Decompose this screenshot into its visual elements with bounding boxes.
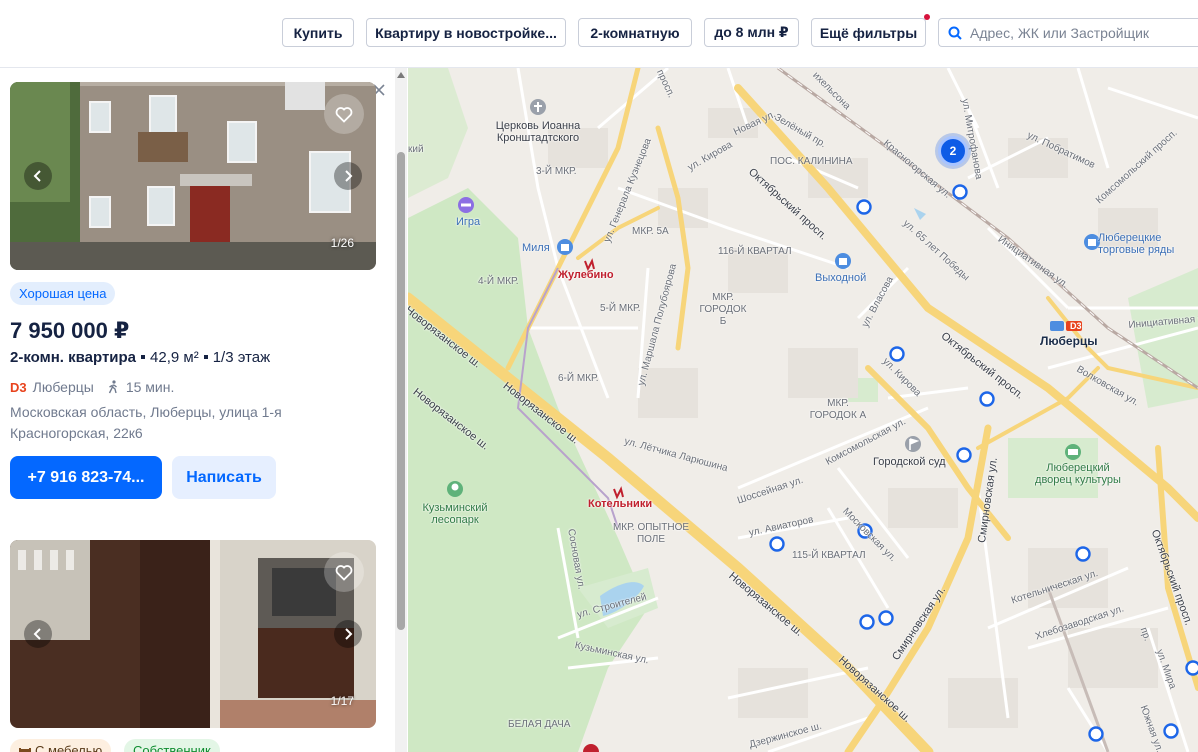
listing-scrollbar[interactable] [395,68,407,752]
call-button[interactable]: +7 916 823-74... [10,456,162,499]
listing-params[interactable]: 2-комн. квартира 42,9 м² 1/3 этаж [10,349,270,366]
map-label-igra: Игра [456,216,481,228]
map-label-belaya: БЕЛАЯ ДАЧА [508,719,571,730]
message-button[interactable]: Написать [172,456,276,499]
walk-time: 15 мин. [125,379,175,395]
listing-panel: 1/26 Хорошая цена 7 950 000 ₽ 2-комн. кв… [0,68,408,752]
map-label-church: Церковь Иоанна Кронштадтского [495,120,581,144]
photo-counter: 1/17 [330,694,354,708]
map-label-gorodokB: МКР. ГОРОДОК Б [699,292,747,327]
floor-label: 1/3 этаж [212,349,271,366]
map-label-zhulebino: Жулебино [558,269,614,281]
furniture-badge-label: С мебелью [35,743,103,752]
listing-price[interactable]: 7 950 000 ₽ [10,318,129,344]
sofa-icon [19,747,31,752]
map-label-mkr3: 3-Й МКР. [536,166,577,177]
metro-info: D3 Люберцы 15 мин. [10,379,174,395]
property-type-filter[interactable]: Квартиру в новостройке... [366,18,566,47]
metro-station: Люберцы [32,379,94,395]
map-cluster-marker[interactable]: 2 [938,136,968,166]
map-label-milya: Миля [522,242,550,254]
scrollbar-thumb[interactable] [397,152,405,630]
listing-photo[interactable]: 1/26 [10,82,376,270]
map-label-kuzminsky: Кузьминский лесопарк [422,502,488,526]
map-label-court: Городской суд [873,456,946,468]
scroll-up-arrow[interactable] [397,72,405,78]
deal-type-filter[interactable]: Купить [282,18,354,47]
furniture-badge: С мебелью [10,739,112,752]
photo-prev-button[interactable] [24,620,52,648]
map-label-d3: D3 [1070,321,1082,331]
photo-prev-button[interactable] [24,162,52,190]
map-label-vykhodnoy: Выходной [815,272,867,284]
map-label-mkr5: 5-Й МКР. [600,303,641,314]
photo-counter: 1/26 [330,236,354,250]
map-label-gorodokA: МКР. ГОРОДОК А [809,398,867,421]
heart-icon [335,564,353,581]
favorite-button[interactable] [324,94,364,134]
map-label-kotelniki: Котельники [588,498,653,510]
walk-icon [108,380,117,394]
more-filters-button[interactable]: Ещё фильтры [811,14,930,47]
map-label-kiy: кий [408,144,424,155]
map-label-lyubertsy: Люберцы [1040,334,1098,348]
photo-next-button[interactable] [334,162,362,190]
price-filter[interactable]: до 8 млн ₽ [704,18,799,47]
map-label-mkr5a: МКР. 5А [632,226,669,237]
photo-next-button[interactable] [334,620,362,648]
owner-badge: Собственник [124,739,220,752]
map-label-rows: Люберецкие торговые ряды [1098,232,1175,256]
metro-line-icon: D3 [10,379,27,395]
heart-icon [335,106,353,123]
building-photo [10,82,376,270]
filter-bar: Купить Квартиру в новостройке... 2-комна… [0,0,1198,68]
map[interactable]: Церковь Иоанна Кронштадтского Игра Миля … [408,68,1198,752]
map-label-kalinina: ПОС. КАЛИНИНА [770,156,853,167]
map-label-kvartal116: 116-Й КВАРТАЛ [718,246,792,257]
search-box[interactable] [938,18,1198,47]
favorite-button[interactable] [324,552,364,592]
search-input[interactable] [970,24,1190,41]
rooms-label: 2-комн. квартира [10,349,137,366]
rooms-filter[interactable]: 2-комнатную [578,18,692,47]
interior-photo [10,540,376,728]
map-label-mkr6: 6-Й МКР. [558,373,599,384]
filters-active-dot [924,14,930,20]
more-filters-label: Ещё фильтры [819,24,918,41]
chevron-left-icon [33,628,41,640]
map-label-kvartal115: 115-Й КВАРТАЛ [792,550,866,561]
chevron-right-icon [345,170,353,182]
search-icon [948,26,962,40]
listing-photo[interactable]: 1/17 [10,540,376,728]
listing-address: Московская область, Люберцы, улица 1-я К… [10,404,282,441]
good-price-badge: Хорошая цена [10,282,116,305]
map-label-palace: Люберецкий дворец культуры [1035,462,1121,486]
chevron-left-icon [33,170,41,182]
map-label-mkr4: 4-Й МКР. [478,276,519,287]
chevron-right-icon [345,628,353,640]
map-label-opyt: МКР. ОПЫТНОЕ ПОЛЕ [612,522,690,545]
area-label: 42,9 м² [150,349,199,366]
